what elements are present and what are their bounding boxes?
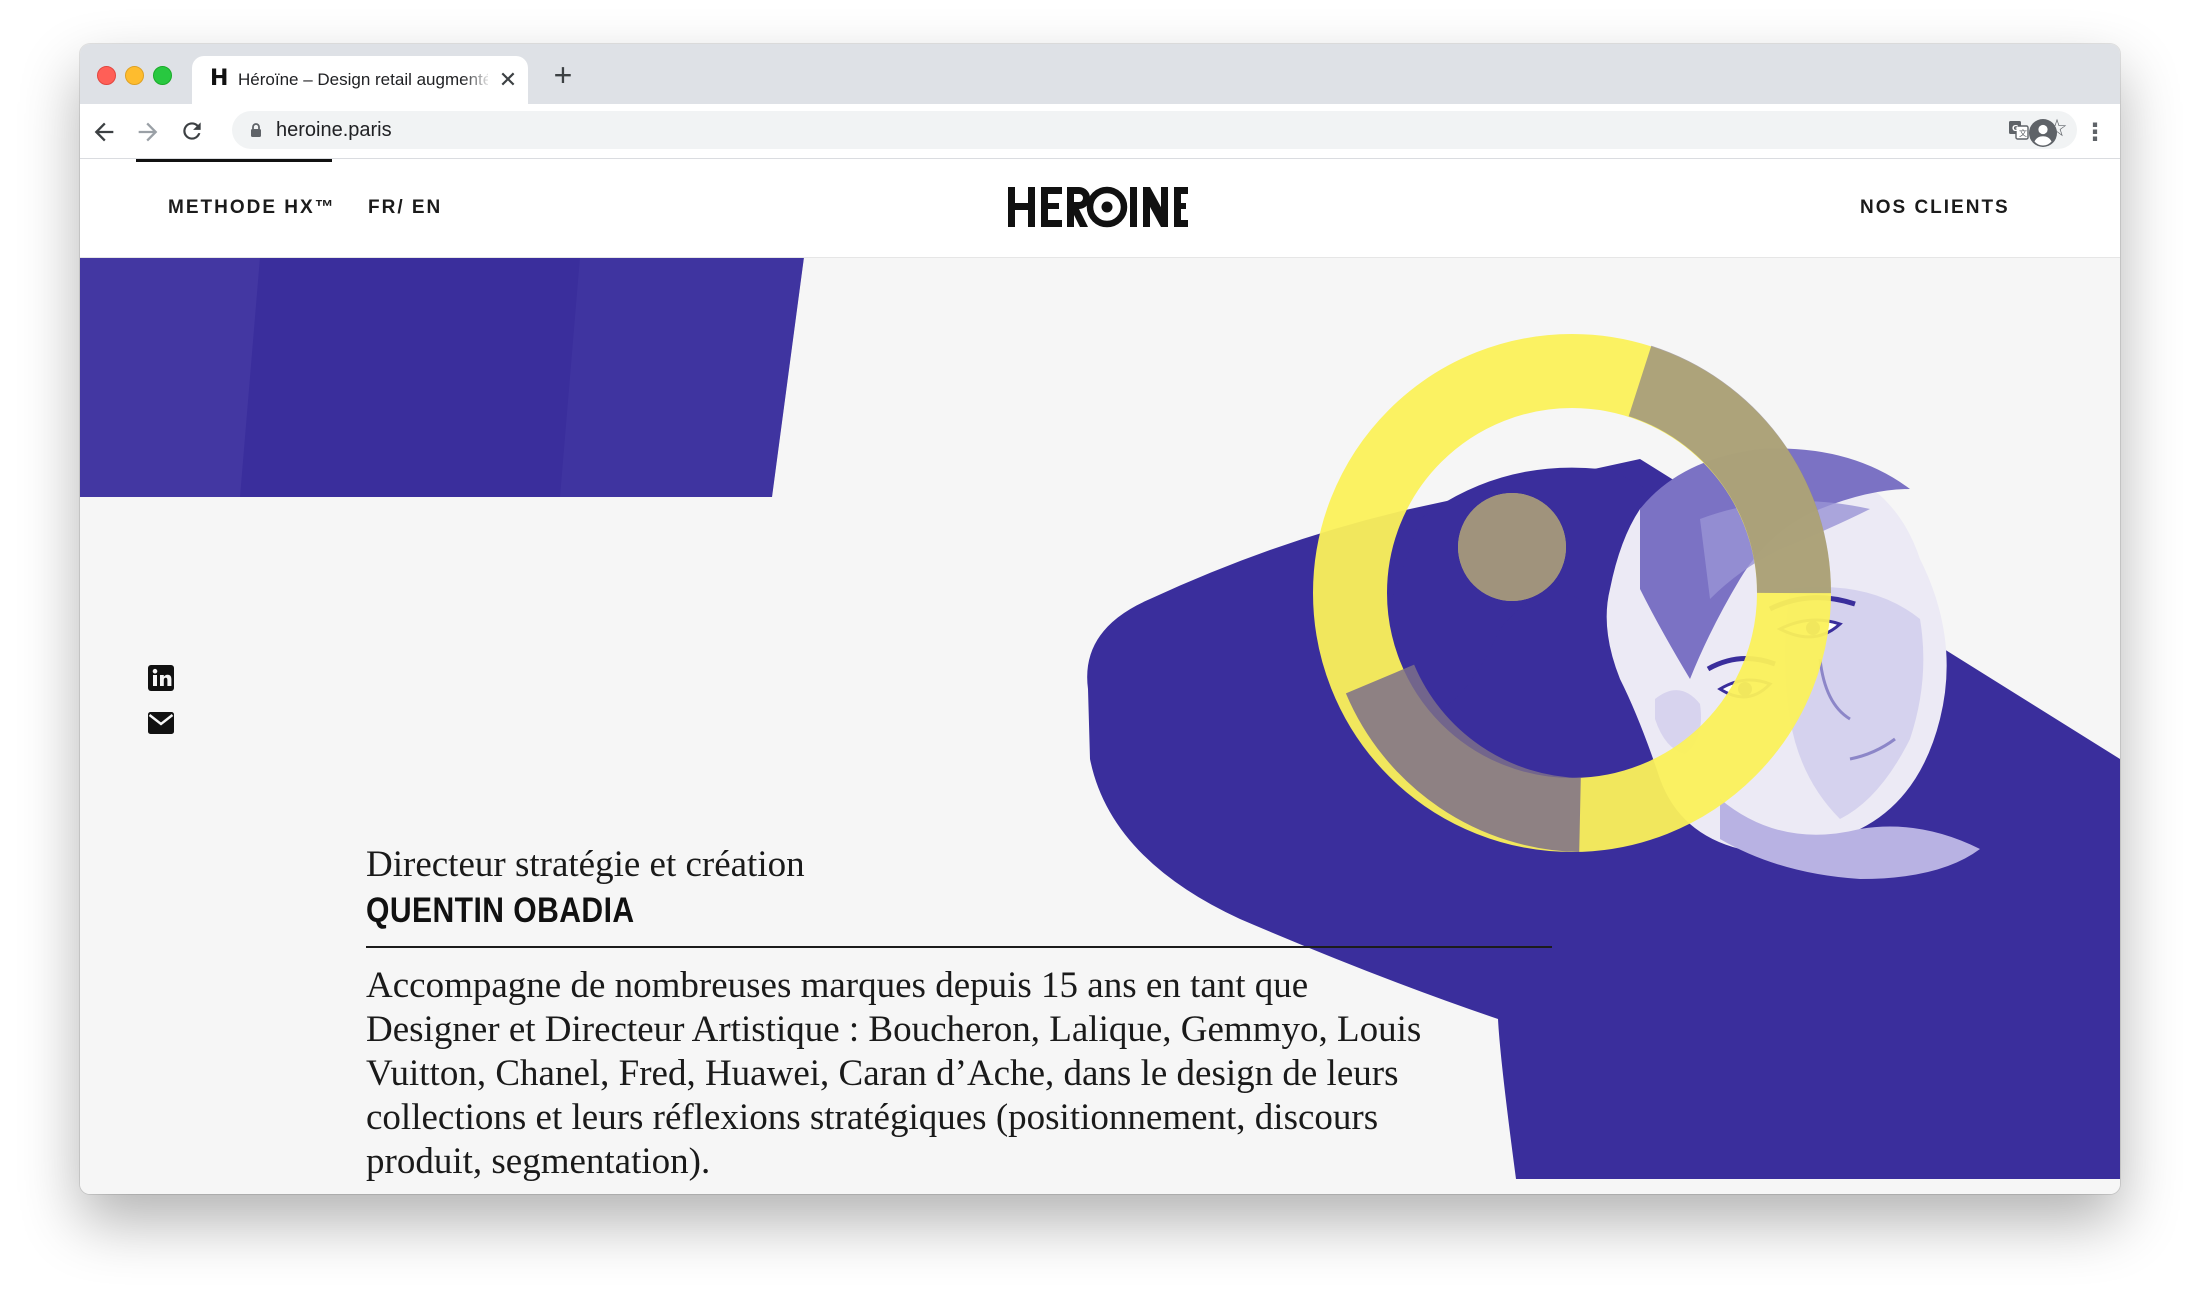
favicon-icon: H <box>210 66 229 91</box>
svg-text:文: 文 <box>2019 128 2027 138</box>
profile-description: Accompagne de nombreuses marques depuis … <box>366 965 1422 1182</box>
back-arrow-icon[interactable] <box>90 118 118 146</box>
kebab-menu-icon[interactable]: ⋮ <box>2080 118 2110 148</box>
profile-bio-block: Directeur stratégie et création QUENTIN … <box>366 842 1566 1184</box>
linkedin-icon[interactable] <box>148 665 174 691</box>
nav-methode-hx[interactable]: METHODE HX™ <box>168 195 336 221</box>
lock-icon <box>251 123 261 137</box>
new-tab-button[interactable]: + <box>548 57 578 93</box>
profile-name: QUENTIN OBADIA <box>366 891 635 930</box>
nav-nos-clients[interactable]: NOS CLIENTS <box>1860 195 2010 221</box>
tab-title-fade <box>462 64 492 94</box>
site-header: METHODE HX™ FR/ EN NOS CLIENTS <box>80 159 2120 258</box>
divider <box>366 946 1552 948</box>
close-window-button[interactable] <box>97 66 116 85</box>
browser-window: H Héroïne – Design retail augmenté ✕ + h… <box>80 44 2120 1194</box>
plus-icon: + <box>553 57 573 93</box>
translate-icon[interactable]: G 文 <box>2008 119 2030 141</box>
url-text[interactable]: heroine.paris <box>276 119 392 141</box>
tab-title: Héroïne – Design retail augmenté <box>238 70 488 89</box>
address-bar[interactable]: heroine.paris G 文 ☆ <box>232 111 2077 149</box>
close-icon[interactable]: ✕ <box>496 68 520 92</box>
reload-icon[interactable] <box>178 118 206 146</box>
forward-arrow-icon[interactable] <box>134 118 162 146</box>
profile-icon[interactable] <box>2028 118 2058 148</box>
svg-text:G: G <box>2012 124 2019 133</box>
profile-role: Directeur stratégie et création <box>366 844 805 885</box>
tab-strip: H Héroïne – Design retail augmenté ✕ + <box>80 44 2120 104</box>
web-page: METHODE HX™ FR/ EN NOS CLIENTS Directeur… <box>80 159 2120 1194</box>
language-switcher[interactable]: FR/ EN <box>368 195 442 221</box>
heroine-logo[interactable] <box>1008 179 1188 235</box>
scroll-progress-indicator <box>136 159 332 162</box>
browser-toolbar: heroine.paris G 文 ☆ ⋮ <box>80 104 2120 159</box>
maximize-window-button[interactable] <box>153 66 172 85</box>
minimize-window-button[interactable] <box>125 66 144 85</box>
mail-icon[interactable] <box>148 712 174 734</box>
browser-tab-active[interactable]: H Héroïne – Design retail augmenté ✕ <box>192 56 528 104</box>
